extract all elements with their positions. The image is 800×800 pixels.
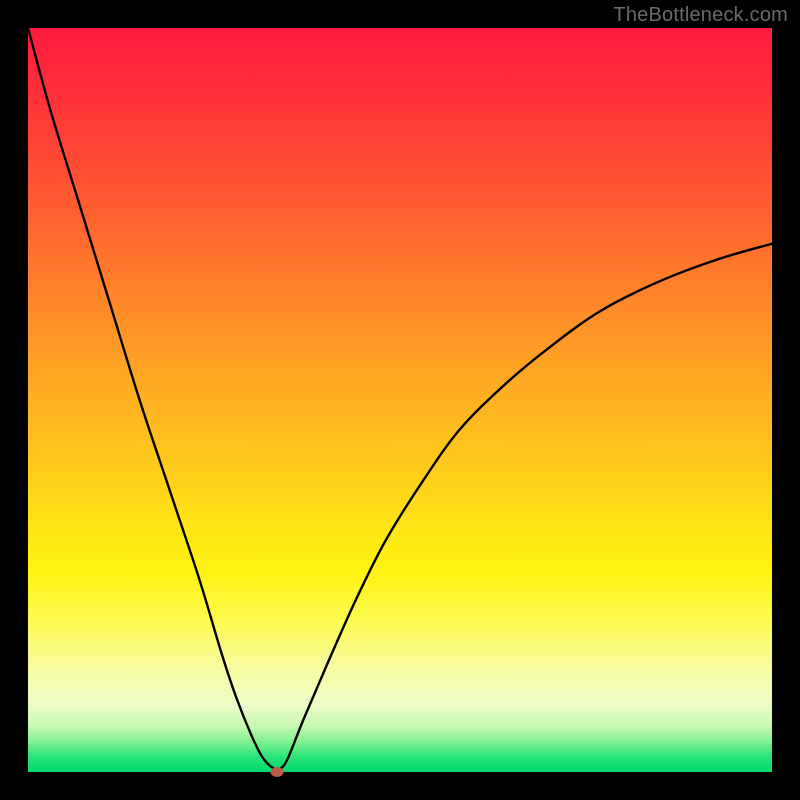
chart-frame: TheBottleneck.com [0,0,800,800]
bottleneck-curve [28,28,772,772]
plot-area [28,28,772,772]
attribution-text: TheBottleneck.com [613,4,788,27]
optimum-marker [271,767,284,777]
